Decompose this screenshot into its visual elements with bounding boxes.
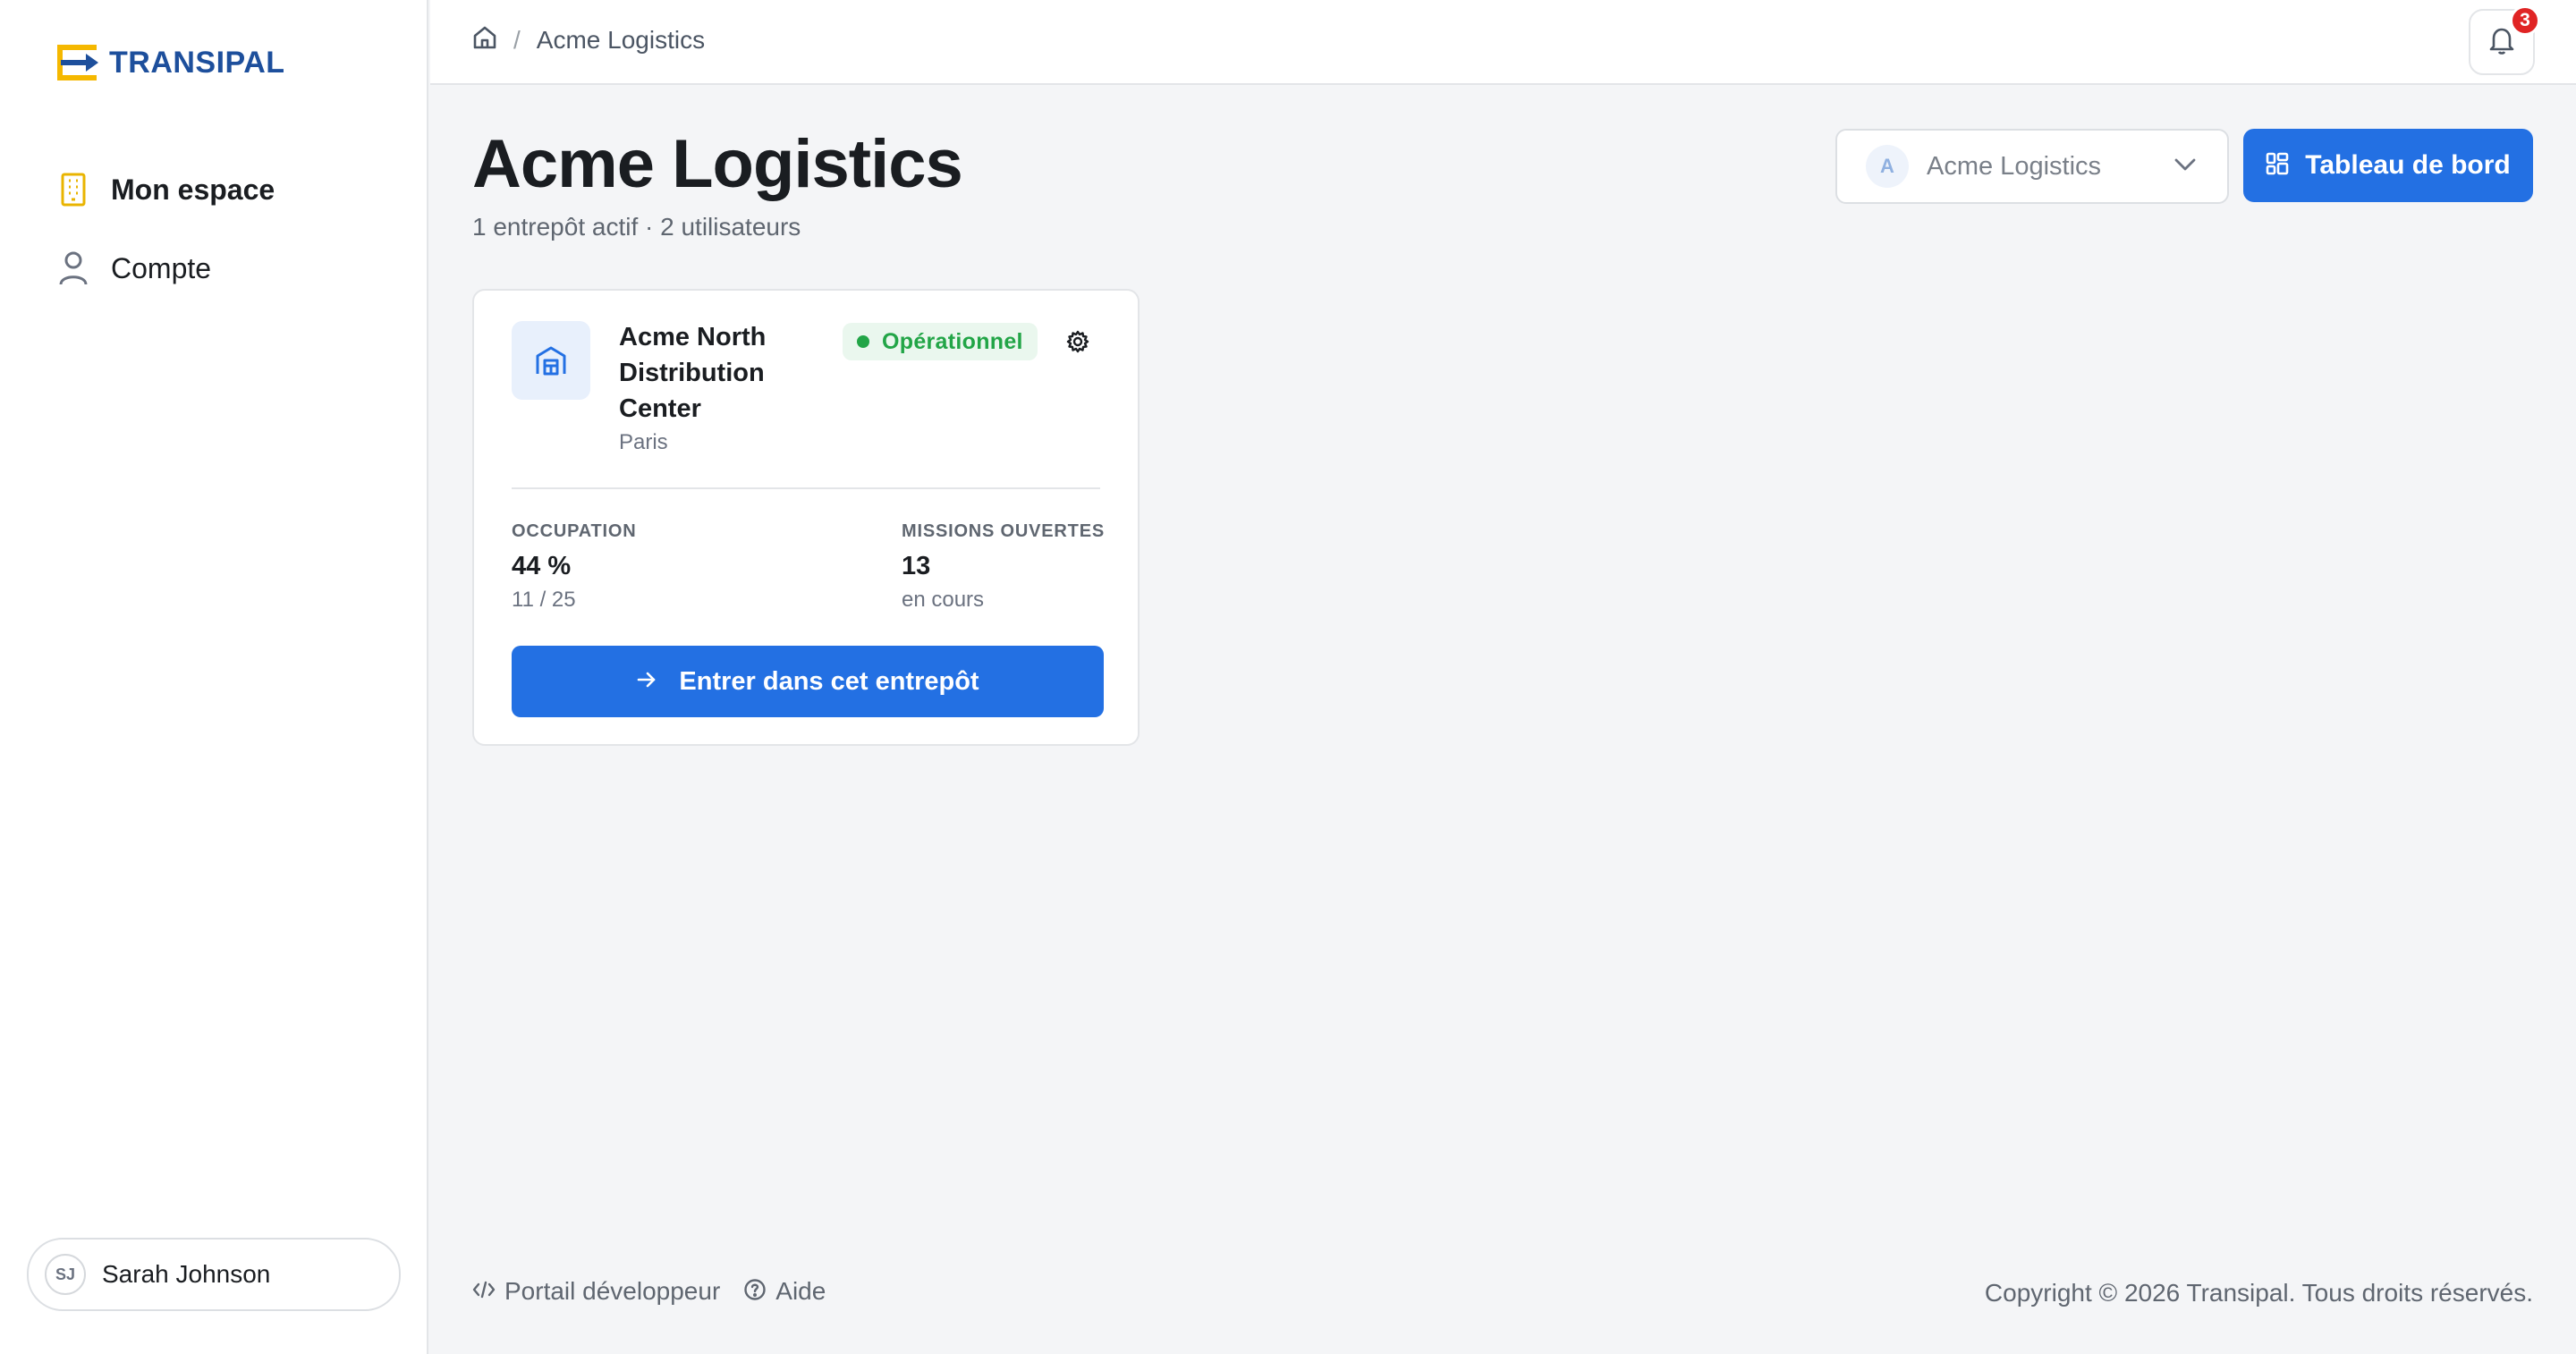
page-title: Acme Logistics <box>472 126 963 202</box>
user-menu[interactable]: SJ Sarah Johnson <box>27 1238 401 1311</box>
org-initial-avatar: A <box>1866 145 1909 188</box>
dashboard-button-label: Tableau de bord <box>2305 150 2511 180</box>
home-icon[interactable] <box>472 25 497 55</box>
occupation-label: OCCUPATION <box>512 521 637 541</box>
missions-value: 13 <box>902 552 931 580</box>
help-label: Aide <box>775 1277 826 1305</box>
breadcrumb-separator: / <box>513 25 521 54</box>
developer-portal-link[interactable]: Portail développeur <box>472 1277 720 1306</box>
breadcrumb-current[interactable]: Acme Logistics <box>537 26 705 55</box>
chevron-down-icon <box>2174 157 2197 176</box>
footer-links: Portail développeur Aide <box>472 1277 826 1306</box>
enter-warehouse-label: Entrer dans cet entrepôt <box>679 666 979 696</box>
occupation-detail: 11 / 25 <box>512 588 576 612</box>
warehouse-name: Acme North Distribution Center <box>619 323 767 423</box>
sidebar: TRANSIPAL Mon espace Compte SJ Sarah Joh… <box>0 0 428 1354</box>
bell-icon <box>2488 26 2515 59</box>
organization-select[interactable]: A Acme Logistics <box>1835 129 2229 204</box>
missions-label: MISSIONS OUVERTES <box>902 521 1105 541</box>
warehouse-card: Acme North Distribution Center Paris Opé… <box>472 289 1140 746</box>
dashboard-button[interactable]: Tableau de bord <box>2243 129 2533 202</box>
occupation-value: 44 % <box>512 552 572 580</box>
warehouse-city: Paris <box>619 430 668 454</box>
missions-detail: en cours <box>902 588 985 612</box>
user-name: Sarah Johnson <box>102 1260 271 1288</box>
sidebar-nav: Mon espace Compte <box>55 166 275 324</box>
card-divider <box>512 487 1100 489</box>
arrow-right-icon <box>636 671 657 693</box>
brand-name: TRANSIPAL <box>109 45 285 80</box>
help-link[interactable]: Aide <box>743 1277 826 1306</box>
status-dot <box>857 335 869 348</box>
dashboard-icon <box>2266 152 2289 180</box>
sidebar-item-label: Mon espace <box>111 173 275 206</box>
status-badge: Opérationnel <box>843 323 1038 360</box>
breadcrumb: / Acme Logistics <box>472 25 705 55</box>
developer-portal-label: Portail développeur <box>504 1277 721 1305</box>
logo[interactable]: TRANSIPAL <box>55 43 285 82</box>
building-icon <box>55 172 91 207</box>
notifications-button[interactable]: 3 <box>2469 5 2540 75</box>
warehouse-icon <box>512 321 590 400</box>
copyright: Copyright © 2026 Transipal. Tous droits … <box>1984 1279 2533 1307</box>
notification-badge: 3 <box>2510 5 2540 36</box>
code-icon <box>472 1280 496 1304</box>
page-subtitle: 1 entrepôt actif · 2 utilisateurs <box>472 213 801 241</box>
sidebar-item-mon-espace[interactable]: Mon espace <box>55 166 275 213</box>
status-label: Opérationnel <box>882 328 1023 354</box>
gear-icon[interactable] <box>1066 330 1089 353</box>
org-select-value: Acme Logistics <box>1927 151 2102 181</box>
logo-icon <box>55 43 100 82</box>
user-icon <box>55 250 91 286</box>
help-circle-icon <box>743 1278 767 1306</box>
enter-warehouse-button[interactable]: Entrer dans cet entrepôt <box>512 646 1104 717</box>
topbar: / Acme Logistics 3 <box>430 0 2576 85</box>
sidebar-item-compte[interactable]: Compte <box>55 245 275 292</box>
avatar: SJ <box>45 1254 86 1295</box>
sidebar-item-label: Compte <box>111 251 212 284</box>
